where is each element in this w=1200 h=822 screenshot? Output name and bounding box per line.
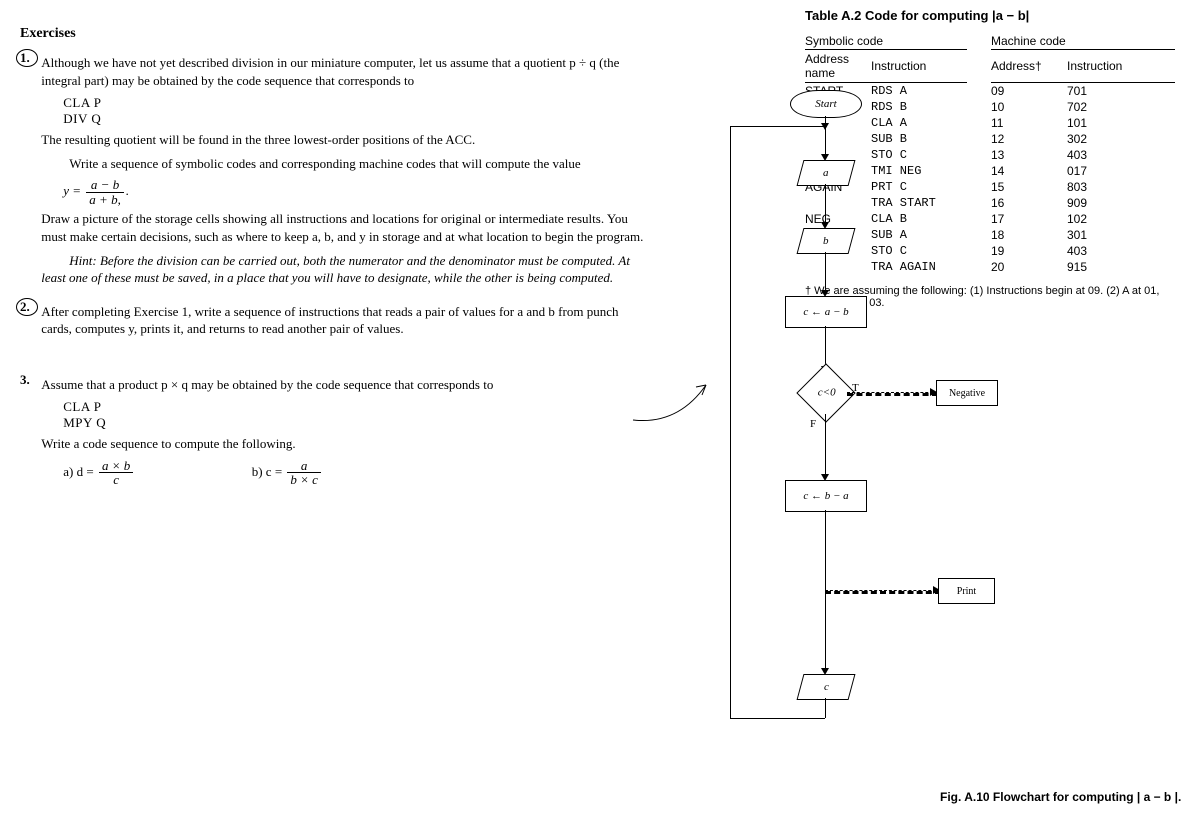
col-addrname: Address name <box>805 50 871 83</box>
flow-negative-ref: Negative <box>936 380 998 406</box>
mach-code-hdr: Machine code <box>991 33 1175 50</box>
ex1-frac-num: a − b <box>86 178 124 193</box>
exercise-1: 1. Although we have not yet described di… <box>20 50 670 293</box>
ex3a-den: c <box>99 473 133 487</box>
flow-c-a-b: c ← a − b <box>785 296 867 328</box>
ex1-para3: Write a sequence of symbolic codes and c… <box>41 155 651 173</box>
ex3-code-cla: CLA P <box>63 399 651 415</box>
flowchart: Start a b c ← a − b c<0 T F Negative c ←… <box>700 90 980 790</box>
flow-a: a <box>797 160 856 186</box>
exercise-2-number: 2. <box>20 299 38 315</box>
exercise-1-number: 1. <box>20 50 38 66</box>
ex1-equation: y = a − b a + b, . <box>63 178 651 206</box>
ex3a-num: a × b <box>99 459 133 474</box>
ex1-code-div: DIV Q <box>63 111 651 127</box>
exercise-2: 2. After completing Exercise 1, write a … <box>20 299 670 344</box>
exercises-column: Exercises 1. Although we have not yet de… <box>20 26 670 487</box>
flow-c-b-a: c ← b − a <box>785 480 867 512</box>
ex3b-label: b) c = <box>252 464 282 479</box>
figure-caption: Fig. A.10 Flowchart for computing | a − … <box>940 790 1181 804</box>
col-addr: Address† <box>991 50 1067 83</box>
sym-code-hdr: Symbolic code <box>805 33 967 50</box>
col-instr-sym: Instruction <box>871 50 967 83</box>
flow-print: Print <box>938 578 995 604</box>
col-instr-m: Instruction <box>1067 50 1175 83</box>
flow-F-label: F <box>810 418 816 430</box>
table-title: Table A.2 Code for computing |a − b| <box>805 8 1195 23</box>
ex3-code-mpy: MPY Q <box>63 415 651 431</box>
flow-c-output: c <box>797 674 856 700</box>
flow-b: b <box>797 228 856 254</box>
ex3-para2: Write a code sequence to compute the fol… <box>41 435 651 453</box>
ex1-para4: Draw a picture of the storage cells show… <box>41 210 651 245</box>
ex3-equations: a) d = a × b c b) c = a b × c <box>63 459 651 487</box>
ex1-para2: The resulting quotient will be found in … <box>41 131 651 149</box>
ex1-frac-den: a + b, <box>86 193 124 207</box>
ex1-para1: Although we have not yet described divis… <box>41 54 651 89</box>
exercise-3-number: 3. <box>20 372 38 388</box>
ex3b-num: a <box>287 459 321 474</box>
ex1-code-cla: CLA P <box>63 95 651 111</box>
ex2-para1: After completing Exercise 1, write a seq… <box>41 303 651 338</box>
exercise-3: 3. Assume that a product p × q may be ob… <box>20 372 670 487</box>
ex1-hint: Hint: Before the division can be carried… <box>41 252 651 287</box>
ex3-para1: Assume that a product p × q may be obtai… <box>41 376 651 394</box>
flow-start: Start <box>790 90 862 118</box>
ex3a-label: a) d = <box>63 464 93 479</box>
ex3b-den: b × c <box>287 473 321 487</box>
exercises-heading: Exercises <box>20 26 670 42</box>
